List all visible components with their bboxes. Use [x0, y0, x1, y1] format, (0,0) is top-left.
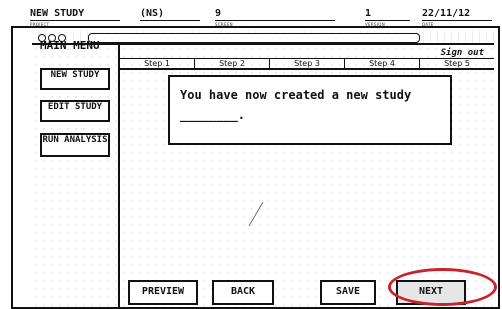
tab-step-5[interactable]: Step 5 — [420, 59, 494, 68]
step-tabs: Step 1 Step 2 Step 3 Step 4 Step 5 — [120, 58, 494, 70]
browser-chrome — [32, 31, 494, 45]
confirmation-message-box: You have now created a new study _______… — [168, 75, 452, 145]
project-code-field: (NS) — [140, 8, 200, 21]
tab-step-4[interactable]: Step 4 — [345, 59, 420, 68]
address-bar[interactable] — [88, 33, 420, 43]
save-button[interactable]: SAVE — [320, 280, 376, 305]
sidebar: MAIN MENU NEW STUDY EDIT STUDY RUN ANALY… — [32, 40, 120, 307]
highlight-circle — [388, 268, 497, 306]
back-button[interactable]: BACK — [212, 280, 274, 305]
tab-step-2[interactable]: Step 2 — [195, 59, 270, 68]
project-name-field: NEW STUDY — [30, 8, 120, 21]
date-field: 22/11/12 — [422, 8, 492, 21]
preview-button[interactable]: PREVIEW — [128, 280, 198, 305]
version-field: 1 — [365, 8, 410, 21]
sketch-mark — [248, 201, 264, 227]
wireframe-form-strip: NEW STUDY (NS) 9 1 22/11/12 PROJECT SCRE… — [30, 2, 492, 27]
new-study-button[interactable]: NEW STUDY — [40, 68, 110, 90]
run-analysis-button[interactable]: RUN ANALYSIS — [40, 133, 110, 157]
screen-field: 9 — [215, 8, 335, 21]
edit-study-button[interactable]: EDIT STUDY — [40, 100, 110, 122]
confirmation-message: You have now created a new study _______… — [180, 88, 412, 122]
tab-step-1[interactable]: Step 1 — [120, 59, 195, 68]
sign-out-link[interactable]: Sign out — [441, 48, 484, 58]
page-content: MAIN MENU NEW STUDY EDIT STUDY RUN ANALY… — [32, 40, 494, 307]
tab-step-3[interactable]: Step 3 — [270, 59, 345, 68]
main-menu-title: MAIN MENU — [40, 39, 100, 52]
